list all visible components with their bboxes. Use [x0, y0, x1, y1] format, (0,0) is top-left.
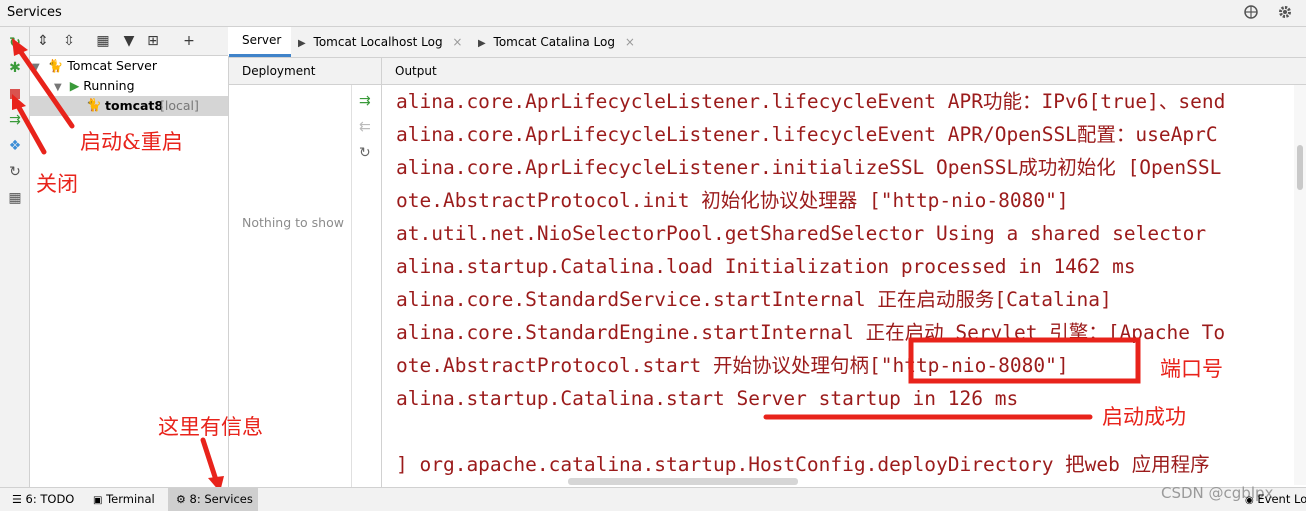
services-tool-button[interactable]: ⚙ 8: Services	[168, 488, 258, 511]
terminal-tool-button[interactable]: ▣ Terminal	[93, 488, 155, 511]
annotation-stop: 关闭	[36, 172, 78, 196]
annotation-start-restart: 启动&重启	[80, 130, 183, 154]
list-icon: ☰	[12, 493, 22, 506]
services-label: 8: Services	[189, 492, 253, 506]
annotation-started: 启动成功	[1102, 405, 1186, 429]
annotation-port: 端口号	[1160, 357, 1223, 381]
todo-tool-button[interactable]: ☰ 6: TODO	[12, 488, 74, 511]
status-bar: ☰ 6: TODO ▣ Terminal ⚙ 8: Services CSDN …	[0, 484, 1306, 511]
terminal-label: Terminal	[106, 492, 155, 506]
terminal-icon: ▣	[93, 495, 103, 506]
event-log-icon: ◉	[1245, 495, 1254, 506]
event-log-tool-button[interactable]: ◉ Event Log	[1245, 488, 1306, 511]
annotation-info-here: 这里有信息	[158, 415, 263, 439]
event-log-label: Event Log	[1257, 492, 1306, 506]
todo-label: 6: TODO	[25, 492, 75, 506]
services-icon: ⚙	[176, 493, 186, 506]
